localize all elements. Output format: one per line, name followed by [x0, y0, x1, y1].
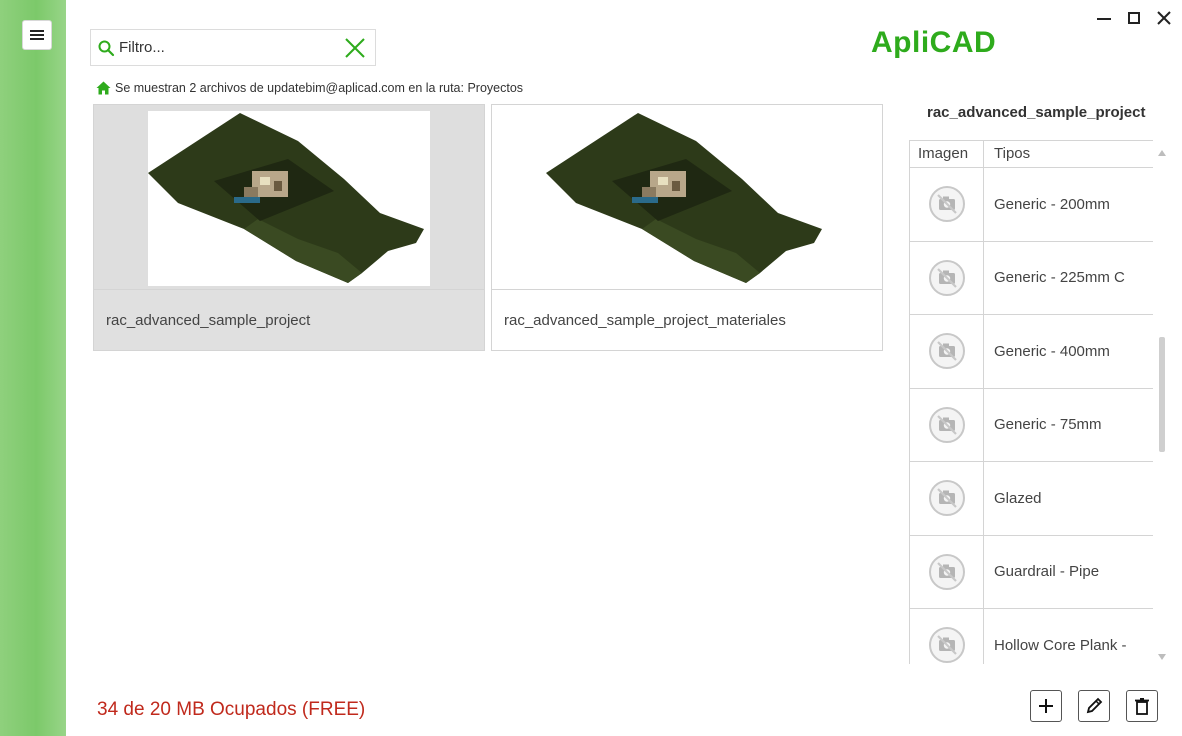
add-button[interactable] — [1030, 690, 1062, 722]
home-icon[interactable] — [96, 81, 111, 95]
file-thumbnail — [546, 111, 828, 286]
row-type-name: Guardrail - Pipe — [994, 563, 1100, 581]
search-input[interactable] — [119, 39, 339, 56]
file-card[interactable]: rac_advanced_sample_project_materiales — [491, 104, 883, 351]
file-card[interactable]: rac_advanced_sample_project — [93, 104, 485, 351]
table-row[interactable]: Guardrail - Pipe — [910, 535, 1153, 609]
table-row[interactable]: Glazed — [910, 462, 1153, 536]
file-thumbnail — [148, 111, 430, 286]
no-camera-icon — [928, 480, 965, 517]
table-row[interactable]: Hollow Core Plank - — [910, 609, 1153, 664]
row-type-name: Glazed — [994, 489, 1042, 507]
row-type-name: Generic - 75mm — [994, 416, 1102, 434]
maximize-icon[interactable] — [1124, 8, 1144, 28]
types-table: Imagen Tipos Generic - 200mm Generic - 22… — [909, 140, 1153, 664]
column-header-image[interactable]: Imagen — [910, 141, 984, 167]
details-title: rac_advanced_sample_project — [927, 104, 1146, 121]
path-text: Se muestran 2 archivos de updatebim@apli… — [115, 81, 524, 95]
scroll-up-icon[interactable] — [1158, 150, 1166, 156]
menu-button[interactable] — [22, 20, 52, 50]
delete-button[interactable] — [1126, 690, 1158, 722]
search-icon — [98, 40, 115, 56]
table-scrollbar[interactable] — [1155, 140, 1169, 664]
pencil-icon — [1086, 697, 1103, 714]
no-camera-icon — [928, 186, 965, 223]
edit-button[interactable] — [1078, 690, 1110, 722]
table-body: Generic - 200mm Generic - 225mm C Generic … — [910, 168, 1153, 664]
row-type-name: Generic - 225mm C — [994, 269, 1125, 287]
left-rail — [0, 0, 66, 736]
path-info: Se muestran 2 archivos de updatebim@apli… — [96, 80, 523, 96]
table-row[interactable]: Generic - 225mm C — [910, 241, 1153, 315]
no-camera-icon — [928, 333, 965, 370]
row-type-name: Generic - 400mm — [994, 342, 1110, 360]
search-box — [90, 29, 376, 66]
model-preview — [546, 113, 822, 283]
row-image-cell — [910, 609, 984, 664]
column-header-types[interactable]: Tipos — [984, 141, 1153, 167]
row-image-cell — [910, 168, 984, 241]
storage-usage: 34 de 20 MB Ocupados (FREE) — [97, 699, 366, 720]
no-camera-icon — [928, 259, 965, 296]
scroll-down-icon[interactable] — [1158, 654, 1166, 660]
trash-icon — [1135, 698, 1149, 715]
row-image-cell — [910, 241, 984, 314]
table-row[interactable]: Generic - 200mm — [910, 168, 1153, 242]
plus-icon — [1039, 699, 1053, 713]
row-image-cell — [910, 535, 984, 608]
minimize-icon[interactable] — [1094, 8, 1114, 28]
close-icon[interactable] — [343, 36, 367, 60]
row-image-cell — [910, 462, 984, 535]
file-name: rac_advanced_sample_project — [94, 289, 484, 350]
row-type-name: Generic - 200mm — [994, 195, 1110, 213]
table-header: Imagen Tipos — [910, 140, 1153, 168]
no-camera-icon — [928, 553, 965, 590]
row-image-cell — [910, 388, 984, 461]
hamburger-icon — [30, 30, 44, 40]
no-camera-icon — [928, 627, 965, 664]
row-type-name: Hollow Core Plank - — [994, 636, 1127, 654]
app-logo: ApliCAD — [871, 26, 997, 59]
app-window: ApliCAD Se muestran 2 archivos de update… — [0, 0, 1182, 736]
table-row[interactable]: Generic - 400mm — [910, 315, 1153, 389]
scroll-thumb[interactable] — [1159, 337, 1165, 452]
model-preview — [148, 113, 424, 283]
file-name: rac_advanced_sample_project_materiales — [492, 289, 882, 350]
no-camera-icon — [928, 406, 965, 443]
row-image-cell — [910, 315, 984, 388]
close-window-icon[interactable] — [1154, 8, 1174, 28]
table-row[interactable]: Generic - 75mm — [910, 388, 1153, 462]
